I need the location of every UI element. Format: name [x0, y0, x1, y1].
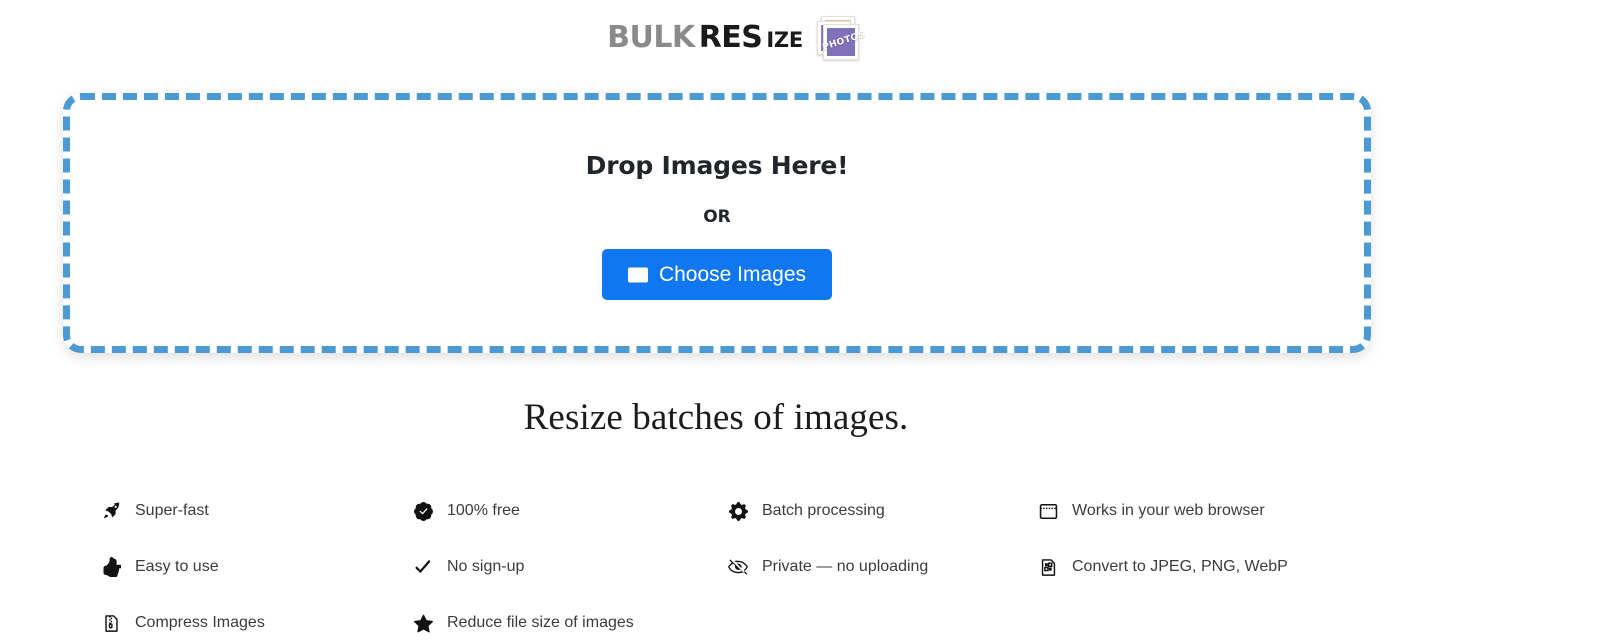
gear-icon [727, 500, 749, 522]
image-dropzone[interactable]: Drop Images Here! OR Choose Images [63, 93, 1371, 353]
stacked-photos-icon: PHOTOS [813, 15, 867, 61]
logo-text-res: RES [698, 20, 763, 55]
feature-item-browser: Works in your web browser [1037, 483, 1367, 539]
feature-item-free: 100% free [412, 483, 727, 539]
thumbs-up-icon [100, 556, 122, 578]
page-tagline: Resize batches of images. [523, 397, 909, 438]
choose-images-button[interactable]: Choose Images [601, 249, 833, 300]
logo-text-bulk: BULK [607, 20, 695, 55]
feature-label: Works in your web browser [1072, 502, 1265, 519]
dropzone-title: Drop Images Here! [585, 151, 849, 180]
feature-item-batch: Batch processing [727, 483, 1037, 539]
feature-item-super-fast: Super-fast [100, 483, 412, 539]
feature-label: Convert to JPEG, PNG, WebP [1072, 558, 1288, 575]
logo-text-ize: IZE [766, 27, 803, 52]
feature-label: Super-fast [135, 502, 209, 519]
feature-item-private: Private — no uploading [727, 539, 1037, 595]
star-icon [412, 612, 434, 634]
logo-lockup[interactable]: BULK RES IZE PHOTOS [607, 14, 867, 62]
patch-check-icon [412, 500, 434, 522]
feature-label: 100% free [447, 502, 520, 519]
feature-label: Batch processing [762, 502, 885, 519]
feature-label: No sign-up [447, 558, 525, 575]
feature-item-easy: Easy to use [100, 539, 412, 595]
page-root: BULK RES IZE PHOTOS Drop Images Here! OR [0, 0, 1600, 644]
dropzone-or-divider: OR [703, 207, 731, 227]
browser-window-icon [1037, 500, 1059, 522]
feature-label: Easy to use [135, 558, 219, 575]
image-icon [627, 265, 648, 285]
feature-item-compress: Compress Images [100, 595, 412, 644]
feature-grid: Super-fast 100% free Batch processing Wo… [100, 483, 1400, 644]
feature-item-reduce-size: Reduce file size of images [412, 595, 727, 644]
feature-label: Reduce file size of images [447, 614, 634, 631]
choose-images-label: Choose Images [658, 262, 807, 286]
feature-item-no-signup: No sign-up [412, 539, 727, 595]
file-binary-icon [1037, 556, 1059, 578]
eye-slash-icon [727, 556, 749, 578]
file-zip-icon [100, 612, 122, 634]
rocket-icon [100, 500, 122, 522]
feature-label: Private — no uploading [762, 558, 929, 575]
site-logo[interactable]: BULK RES IZE PHOTOS [0, 14, 1470, 62]
feature-item-convert: Convert to JPEG, PNG, WebP [1037, 539, 1367, 595]
check-icon [412, 556, 434, 578]
feature-label: Compress Images [135, 614, 265, 631]
